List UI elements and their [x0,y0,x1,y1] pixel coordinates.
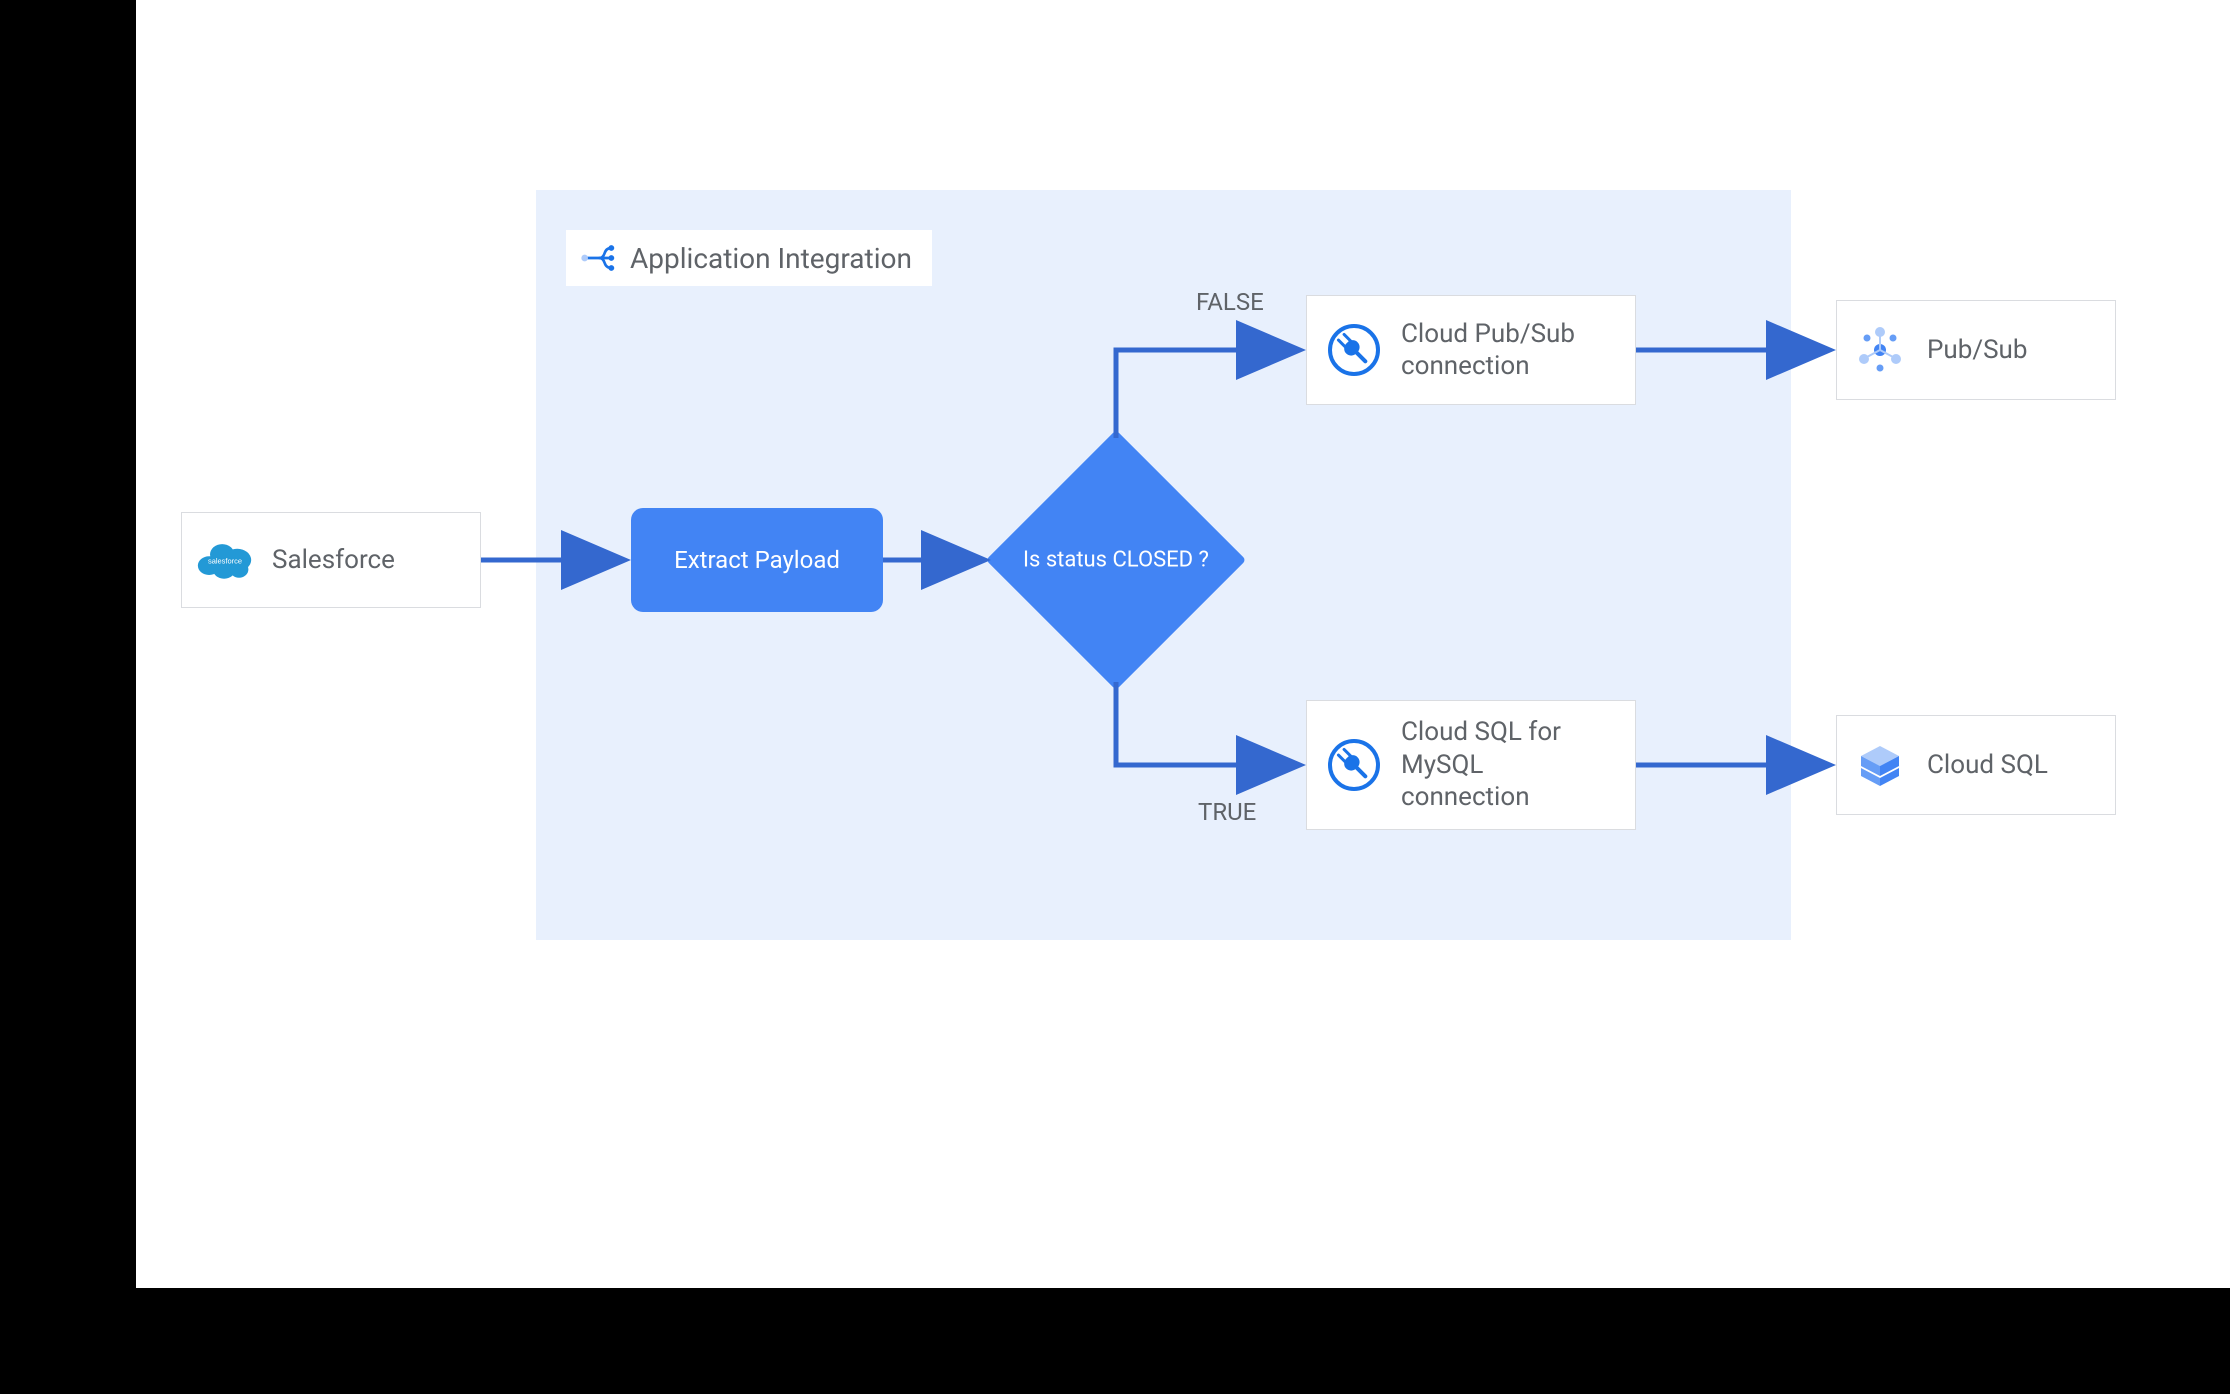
black-bar-left [0,0,136,1394]
black-bar-bottom [0,1288,2230,1394]
arrow-decision-to-sql-conn [1116,682,1296,765]
arrow-decision-to-pubsub-conn [1116,350,1296,438]
arrows-layer [136,0,2230,1288]
diagram-canvas: Application Integration salesforce Sales… [136,0,2230,1288]
